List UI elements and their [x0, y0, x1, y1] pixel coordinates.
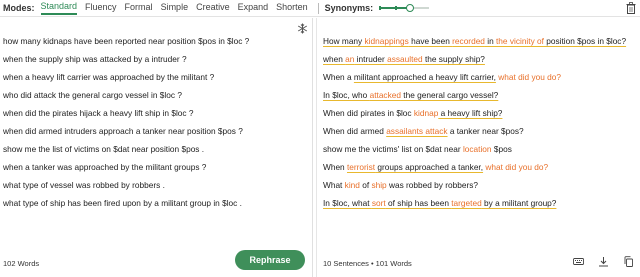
output-sentence[interactable]: When did armed assailants attack a tanke…: [323, 122, 626, 140]
changed-word[interactable]: targeted: [451, 198, 481, 208]
output-sentence[interactable]: What kind of ship was robbed by robbers?: [323, 176, 626, 194]
mode-standard[interactable]: Standard: [40, 1, 78, 15]
output-text-segment: When did pirates in $loc: [323, 108, 414, 118]
output-text-segment: How many: [323, 36, 365, 46]
output-text-segment: When did armed: [323, 126, 387, 136]
output-text-segment: have been: [408, 36, 453, 46]
word-count: 102 Words: [3, 259, 40, 268]
mode-formal[interactable]: Formal: [125, 2, 153, 14]
output-text-segment: the general cargo vessel?: [400, 90, 499, 100]
output-text-segment: of ship has been: [385, 198, 452, 208]
synonyms-slider[interactable]: [379, 3, 430, 13]
changed-word[interactable]: the vicinity of: [496, 36, 544, 46]
output-sentence[interactable]: show me the victims' list on $dat near l…: [323, 140, 626, 158]
input-sentence: who did attack the general cargo vessel …: [3, 90, 182, 100]
keyboard-icon[interactable]: [573, 256, 584, 267]
mode-simple[interactable]: Simple: [161, 2, 189, 14]
input-sentence: when a heavy lift carrier was approached…: [3, 72, 215, 82]
output-sentence[interactable]: When a militant approached a heavy lift …: [323, 68, 626, 86]
changed-word[interactable]: what did you do?: [485, 162, 548, 172]
synonyms-label: Synonyms:: [324, 3, 374, 13]
changed-word[interactable]: terrorist: [347, 162, 375, 172]
output-sentence[interactable]: When did pirates in $loc kidnap a heavy …: [323, 104, 626, 122]
output-text[interactable]: How many kidnappings have been recorded …: [323, 32, 626, 212]
toolbar-divider: [317, 2, 319, 14]
output-sentence[interactable]: When terrorist groups approached a tanke…: [323, 158, 626, 176]
changed-word[interactable]: attacked: [370, 90, 401, 100]
input-sentence: what type of ship has been fired upon by…: [3, 198, 242, 208]
input-sentence: show me the list of victims on $dat near…: [3, 144, 205, 154]
output-text-segment: a tanker near $pos?: [447, 126, 524, 136]
rephrase-button[interactable]: Rephrase: [235, 250, 305, 270]
modes-label: Modes:: [3, 3, 35, 13]
output-text-segment: a heavy lift ship?: [438, 108, 503, 118]
output-text-segment: $pos: [491, 144, 512, 154]
output-text-segment: In $loc, what: [323, 198, 372, 208]
trash-icon[interactable]: [626, 2, 636, 14]
output-text-segment: When a: [323, 72, 354, 82]
input-sentence: when did the pirates hijack a heavy lift…: [3, 108, 194, 118]
input-sentence: what type of vessel was robbed by robber…: [3, 180, 165, 190]
download-icon[interactable]: [598, 256, 609, 267]
input-panel[interactable]: how many kidnaps have been reported near…: [0, 18, 313, 277]
changed-word[interactable]: kidnappings: [365, 36, 409, 46]
output-text-segment: the supply ship?: [422, 54, 485, 64]
input-sentence: when the supply ship was attacked by a i…: [3, 54, 187, 64]
changed-word[interactable]: kind: [345, 180, 360, 190]
output-text-segment: position $pos in $loc?: [543, 36, 627, 46]
input-sentence: how many kidnaps have been reported near…: [3, 36, 250, 46]
output-text-segment: when: [323, 54, 346, 64]
snowflake-icon[interactable]: [297, 23, 308, 34]
output-actions: [573, 256, 634, 267]
mode-shorten[interactable]: Shorten: [276, 2, 308, 14]
output-panel: How many kidnappings have been recorded …: [316, 18, 640, 277]
output-text-segment: groups approached a tanker,: [375, 162, 484, 172]
output-text-segment: militant approached a heavy lift carrier…: [353, 72, 496, 82]
input-sentence: when did armed intruders approach a tank…: [3, 126, 243, 136]
slider-tick: [395, 6, 398, 10]
mode-expand[interactable]: Expand: [238, 2, 269, 14]
output-text-segment: What: [323, 180, 345, 190]
output-text-segment: In $loc, who: [323, 90, 370, 100]
changed-word[interactable]: location: [463, 144, 492, 154]
toolbar-border: [0, 16, 640, 17]
changed-word[interactable]: what did you do?: [498, 72, 561, 82]
changed-word[interactable]: kidnap: [414, 108, 438, 118]
output-sentence[interactable]: How many kidnappings have been recorded …: [323, 32, 626, 50]
output-sentence[interactable]: In $loc, what sort of ship has been targ…: [323, 194, 626, 212]
changed-word[interactable]: ship: [371, 180, 386, 190]
output-stats: 10 Sentences • 101 Words: [323, 259, 412, 268]
output-sentence[interactable]: In $loc, who attacked the general cargo …: [323, 86, 626, 104]
mode-creative[interactable]: Creative: [196, 2, 230, 14]
input-sentence: when a tanker was approached by the mili…: [3, 162, 207, 172]
changed-word[interactable]: assaulted: [387, 54, 423, 64]
output-text-segment: show me the victims' list on $dat near: [323, 144, 463, 154]
modes-toolbar: Modes: Standard Fluency Formal Simple Cr…: [0, 0, 640, 16]
input-text[interactable]: how many kidnaps have been reported near…: [3, 32, 249, 212]
slider-tick: [379, 6, 382, 10]
mode-fluency[interactable]: Fluency: [85, 2, 117, 14]
copy-icon[interactable]: [623, 256, 634, 267]
output-text-segment: When: [323, 162, 347, 172]
changed-word[interactable]: recorded: [452, 36, 485, 46]
output-text-segment: was robbed by robbers?: [386, 180, 478, 190]
changed-word[interactable]: sort: [372, 198, 386, 208]
output-text-segment: by a militant group?: [481, 198, 557, 208]
output-text-segment: of: [359, 180, 372, 190]
slider-knob[interactable]: [406, 4, 415, 12]
output-text-segment: intruder: [354, 54, 388, 64]
output-text-segment: in: [484, 36, 496, 46]
output-sentence[interactable]: when an intruder assaulted the supply sh…: [323, 50, 626, 68]
changed-word[interactable]: an: [345, 54, 354, 64]
changed-word[interactable]: assailants attack: [386, 126, 447, 136]
